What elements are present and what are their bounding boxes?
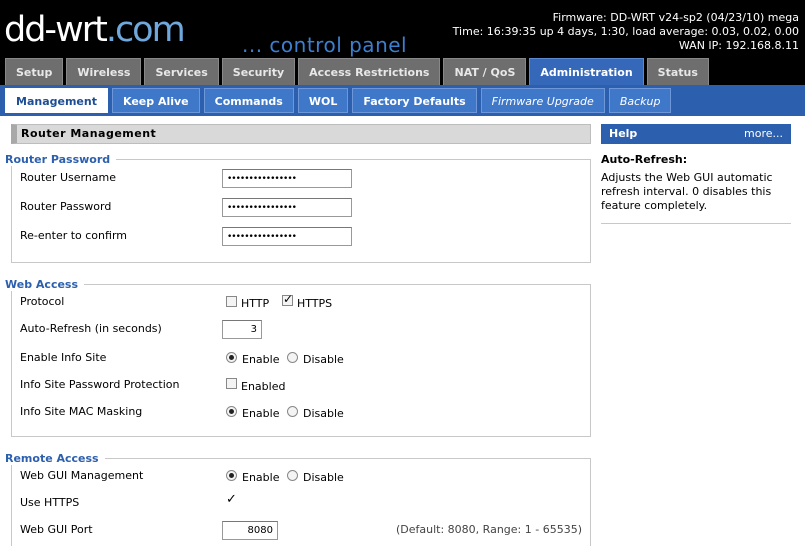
router-password-field[interactable]: •••••••••••••••• [222,198,352,217]
confirm-password-label: Re-enter to confirm [20,229,127,242]
help-more-link[interactable]: more... [744,124,783,144]
use-https-label: Use HTTPS [20,496,80,509]
help-text: Adjusts the Web GUI automatic refresh in… [601,171,773,212]
subtab-commands[interactable]: Commands [203,88,294,113]
info-site-disable-label: Disable [303,353,344,366]
https-label: HTTPS [297,297,333,310]
mac-masking-disable-label: Disable [303,407,344,420]
subtab-firmware-upgrade[interactable]: Firmware Upgrade [480,88,605,113]
content-area: Router Management Router Password Router… [0,116,805,546]
status-info: Firmware: DD-WRT v24-sp2 (04/23/10) mega… [453,11,799,53]
section-title: Router Management [11,124,591,144]
confirm-password-field[interactable]: •••••••••••••••• [222,227,352,246]
info-site-enable-label: Enable [242,353,280,366]
http-checkbox[interactable] [226,296,237,307]
gui-mgmt-enable-label: Enable [242,471,280,484]
info-site-password-label: Info Site Password Protection [20,378,180,391]
use-https-checkbox[interactable]: ✓ [226,492,237,507]
port-hint: (Default: 8080, Range: 1 - 65535) [396,523,582,536]
web-gui-management-label: Web GUI Management [20,469,144,482]
mac-masking-enable-label: Enable [242,407,280,420]
auto-refresh-field[interactable]: 3 [222,320,262,339]
router-password-legend: Router Password [5,153,117,166]
info-site-password-checkbox[interactable] [226,378,237,389]
web-gui-port-label: Web GUI Port [20,523,93,536]
auto-refresh-label: Auto-Refresh (in seconds) [20,322,162,335]
firmware-version: Firmware: DD-WRT v24-sp2 (04/23/10) mega [552,11,799,24]
mac-masking-label: Info Site MAC Masking [20,405,143,418]
help-topic: Auto-Refresh: [601,153,688,166]
tab-access-restrictions[interactable]: Access Restrictions [298,58,441,85]
ddwrt-logo[interactable]: dd-wrt.com [4,10,186,50]
remote-access-legend: Remote Access [5,452,105,465]
router-password-label: Router Password [20,200,112,213]
wan-ip: WAN IP: 192.168.8.11 [678,39,799,52]
main-tabs: Setup Wireless Services Security Access … [5,58,712,85]
router-username-label: Router Username [20,171,117,184]
mac-masking-enable-radio[interactable] [226,406,237,417]
tab-wireless[interactable]: Wireless [66,58,142,85]
tab-services[interactable]: Services [144,58,219,85]
info-site-label: Enable Info Site [20,351,107,364]
mac-masking-disable-radio[interactable] [287,406,298,417]
control-panel-subtitle: ... control panel [242,33,408,57]
subtab-keep-alive[interactable]: Keep Alive [111,88,200,113]
subtab-wol[interactable]: WOL [297,88,349,113]
tab-administration[interactable]: Administration [529,58,644,85]
subtab-management[interactable]: Management [5,88,108,113]
web-gui-port-field[interactable]: 8080 [222,521,278,540]
info-site-password-option: Enabled [241,380,286,393]
info-site-disable-radio[interactable] [287,352,298,363]
protocol-label: Protocol [20,295,65,308]
gui-mgmt-disable-radio[interactable] [287,470,298,481]
https-checkbox[interactable] [282,292,293,306]
router-username-field[interactable]: •••••••••••••••• [222,169,352,188]
gui-mgmt-enable-radio[interactable] [226,470,237,481]
tab-setup[interactable]: Setup [5,58,64,85]
tab-status[interactable]: Status [646,58,709,85]
gui-mgmt-disable-label: Disable [303,471,344,484]
sub-tabs: Management Keep Alive Commands WOL Facto… [5,88,675,114]
uptime-info: Time: 16:39:35 up 4 days, 1:30, load ave… [452,25,799,38]
subtab-backup[interactable]: Backup [608,88,672,113]
http-label: HTTP [241,297,270,310]
tab-nat-qos[interactable]: NAT / QoS [443,58,527,85]
help-header: Help more... [601,124,791,144]
web-access-legend: Web Access [5,278,85,291]
help-title: Help [609,127,638,140]
tab-security[interactable]: Security [221,58,296,85]
help-divider [601,223,791,224]
subtab-factory-defaults[interactable]: Factory Defaults [352,88,477,113]
info-site-enable-radio[interactable] [226,352,237,363]
